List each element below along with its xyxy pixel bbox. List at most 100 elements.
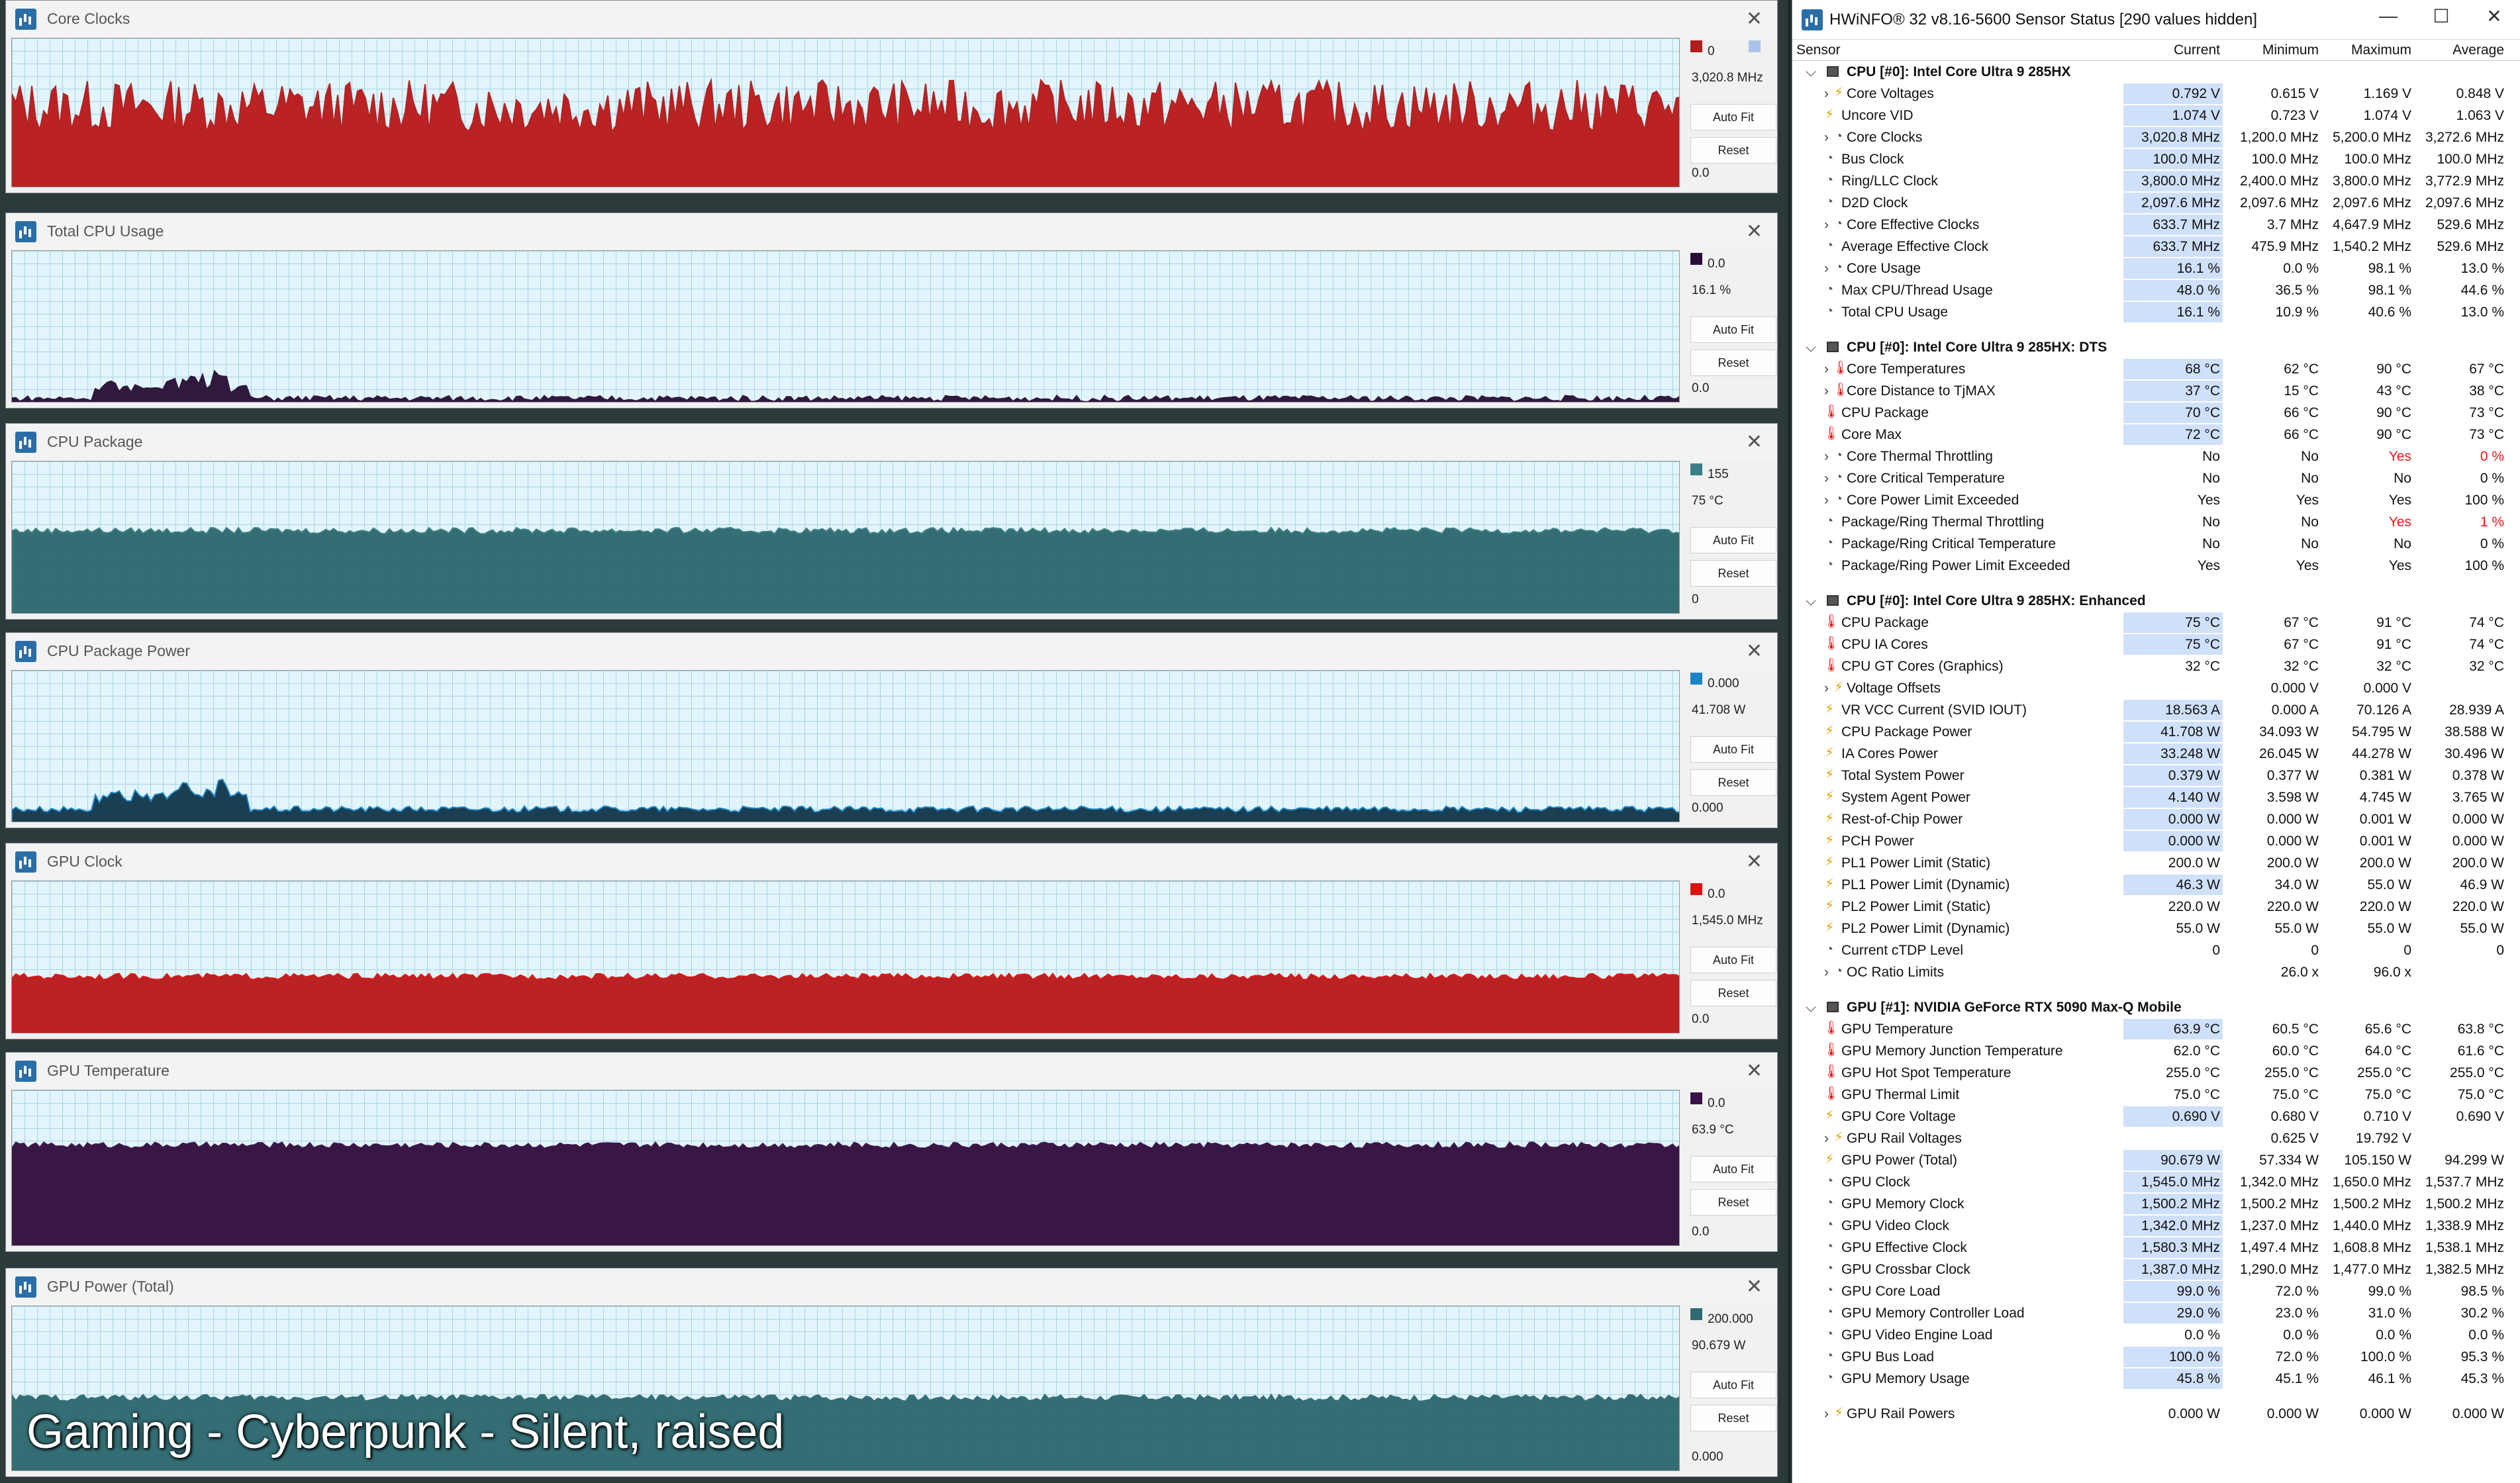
hwinfo-titlebar[interactable]: HWiNFO® 32 v8.16-5600 Sensor Status [290…: [1792, 0, 2520, 40]
chevron-right-icon[interactable]: ›: [1824, 130, 1829, 146]
sensor-row[interactable]: › 🌡 Core Temperatures 68 °C 62 °C 90 °C …: [1792, 358, 2520, 380]
sensor-row[interactable]: › ◔ Core Usage 16.1 % 0.0 % 98.1 % 13.0 …: [1792, 258, 2520, 279]
sensor-row[interactable]: ◔ GPU Video Engine Load 0.0 % 0.0 % 0.0 …: [1792, 1324, 2520, 1346]
sensor-row[interactable]: 🌡 CPU Package 75 °C 67 °C 91 °C 74 °C: [1792, 612, 2520, 634]
sensor-row[interactable]: 🌡 Core Max 72 °C 66 °C 90 °C 73 °C: [1792, 424, 2520, 446]
reset-button[interactable]: Reset: [1690, 769, 1776, 796]
sensor-row[interactable]: ⚡ Rest-of-Chip Power 0.000 W 0.000 W 0.0…: [1792, 808, 2520, 830]
sensor-row[interactable]: ◔ Current cTDP Level 0 0 0 0: [1792, 939, 2520, 961]
reset-button[interactable]: Reset: [1690, 560, 1776, 587]
chevron-right-icon[interactable]: ›: [1824, 217, 1829, 233]
auto-fit-button[interactable]: Auto Fit: [1690, 1371, 1776, 1398]
auto-fit-button[interactable]: Auto Fit: [1690, 527, 1776, 554]
chevron-right-icon[interactable]: ›: [1824, 681, 1829, 696]
chevron-right-icon[interactable]: ›: [1824, 1131, 1829, 1147]
sensor-row[interactable]: ◔ GPU Bus Load 100.0 % 72.0 % 100.0 % 95…: [1792, 1346, 2520, 1368]
chevron-right-icon[interactable]: ›: [1824, 86, 1829, 102]
color-swatch[interactable]: [1690, 252, 1702, 265]
sensor-row[interactable]: ⚡ VR VCC Current (SVID IOUT) 18.563 A 0.…: [1792, 699, 2520, 721]
close-button[interactable]: ✕: [2474, 5, 2514, 27]
chevron-right-icon[interactable]: ›: [1824, 383, 1829, 399]
sensor-row[interactable]: ◔ GPU Crossbar Clock 1,387.0 MHz 1,290.0…: [1792, 1259, 2520, 1280]
auto-fit-button[interactable]: Auto Fit: [1690, 947, 1776, 974]
color-swatch[interactable]: [1690, 40, 1702, 52]
maximize-button[interactable]: ☐: [2421, 5, 2461, 27]
chevron-right-icon[interactable]: ›: [1824, 493, 1829, 508]
reset-button[interactable]: Reset: [1690, 137, 1776, 164]
graph-window-4[interactable]: CPU Package Power ✕ 0.000 41.708 W Auto …: [5, 632, 1778, 829]
minimize-button[interactable]: —: [2368, 5, 2408, 26]
auto-fit-button[interactable]: Auto Fit: [1690, 1156, 1776, 1183]
close-icon[interactable]: ✕: [1746, 1275, 1763, 1298]
sensor-row[interactable]: 🌡 GPU Thermal Limit 75.0 °C 75.0 °C 75.0…: [1792, 1084, 2520, 1106]
col-current[interactable]: Current: [2123, 42, 2223, 58]
color-swatch[interactable]: [1690, 1308, 1702, 1320]
sensor-row[interactable]: › ◔ OC Ratio Limits 26.0 x 96.0 x: [1792, 961, 2520, 983]
close-icon[interactable]: ✕: [1746, 850, 1763, 873]
sensor-list[interactable]: ⌵ CPU [#0]: Intel Core Ultra 9 285HX › ⚡ …: [1792, 61, 2520, 1425]
close-icon[interactable]: ✕: [1746, 7, 1763, 30]
graph-titlebar[interactable]: GPU Clock ✕: [6, 843, 1777, 881]
col-minimum[interactable]: Minimum: [2226, 42, 2319, 58]
close-icon[interactable]: ✕: [1746, 1059, 1763, 1082]
graph-window-2[interactable]: Total CPU Usage ✕ 0.0 16.1 % Auto Fit Re…: [5, 212, 1778, 409]
chevron-right-icon[interactable]: ›: [1824, 471, 1829, 487]
sensor-row[interactable]: › ⚡ GPU Rail Voltages 0.625 V 19.792 V: [1792, 1127, 2520, 1149]
auto-fit-button[interactable]: Auto Fit: [1690, 736, 1776, 763]
sensor-row[interactable]: 🌡 GPU Hot Spot Temperature 255.0 °C 255.…: [1792, 1062, 2520, 1084]
graph-window-1[interactable]: Core Clocks ✕ 0 3,020.8 MHz Auto Fit Res…: [5, 0, 1778, 193]
col-average[interactable]: Average: [2411, 42, 2504, 58]
chevron-down-icon[interactable]: ⌵: [1806, 64, 1816, 80]
graph-window-3[interactable]: CPU Package ✕ 155 75 °C Auto Fit Reset 0: [5, 423, 1778, 620]
sensor-row[interactable]: ⚡ PL1 Power Limit (Static) 200.0 W 200.0…: [1792, 852, 2520, 874]
sensor-row[interactable]: ◔ Average Effective Clock 633.7 MHz 475.…: [1792, 236, 2520, 258]
auto-fit-button[interactable]: Auto Fit: [1690, 104, 1776, 130]
sensor-row[interactable]: ◔ GPU Effective Clock 1,580.3 MHz 1,497.…: [1792, 1237, 2520, 1259]
sensor-row[interactable]: ◔ Bus Clock 100.0 MHz 100.0 MHz 100.0 MH…: [1792, 148, 2520, 170]
sensor-group[interactable]: ⌵ CPU [#0]: Intel Core Ultra 9 285HX: [1792, 61, 2520, 83]
col-sensor[interactable]: Sensor: [1796, 42, 1841, 58]
sensor-row[interactable]: ◔ Package/Ring Thermal Throttling No No …: [1792, 511, 2520, 533]
graph-titlebar[interactable]: GPU Power (Total) ✕: [6, 1268, 1777, 1306]
sensor-row[interactable]: ◔ GPU Clock 1,545.0 MHz 1,342.0 MHz 1,65…: [1792, 1171, 2520, 1193]
sensor-row[interactable]: ⚡ PL2 Power Limit (Dynamic) 55.0 W 55.0 …: [1792, 918, 2520, 939]
color-swatch[interactable]: [1690, 672, 1702, 685]
graph-titlebar[interactable]: CPU Package ✕: [6, 424, 1777, 461]
sensor-group[interactable]: ⌵ CPU [#0]: Intel Core Ultra 9 285HX: DT…: [1792, 336, 2520, 358]
color-swatch[interactable]: [1690, 883, 1702, 896]
sensor-group[interactable]: ⌵ GPU [#1]: NVIDIA GeForce RTX 5090 Max-…: [1792, 996, 2520, 1018]
sensor-row[interactable]: ◔ Max CPU/Thread Usage 48.0 % 36.5 % 98.…: [1792, 279, 2520, 301]
sensor-row[interactable]: › ◔ Core Clocks 3,020.8 MHz 1,200.0 MHz …: [1792, 126, 2520, 148]
graph-titlebar[interactable]: Core Clocks ✕: [6, 1, 1777, 38]
graph-titlebar[interactable]: GPU Temperature ✕: [6, 1053, 1777, 1090]
sensor-row[interactable]: ◔ Package/Ring Critical Temperature No N…: [1792, 533, 2520, 555]
sensor-row[interactable]: 🌡 GPU Temperature 63.9 °C 60.5 °C 65.6 °…: [1792, 1018, 2520, 1040]
col-maximum[interactable]: Maximum: [2319, 42, 2411, 58]
sensor-row[interactable]: ◔ D2D Clock 2,097.6 MHz 2,097.6 MHz 2,09…: [1792, 192, 2520, 214]
sensor-row[interactable]: 🌡 CPU IA Cores 75 °C 67 °C 91 °C 74 °C: [1792, 634, 2520, 655]
graph-titlebar[interactable]: CPU Package Power ✕: [6, 632, 1777, 670]
reset-button[interactable]: Reset: [1690, 1404, 1776, 1431]
color-swatch[interactable]: [1690, 1092, 1702, 1105]
graph-window-5[interactable]: GPU Clock ✕ 0.0 1,545.0 MHz Auto Fit Res…: [5, 843, 1778, 1039]
chevron-down-icon[interactable]: ⌵: [1806, 340, 1816, 356]
chevron-right-icon[interactable]: ›: [1824, 1406, 1829, 1422]
close-icon[interactable]: ✕: [1746, 220, 1763, 243]
sensor-row[interactable]: ⚡ PL2 Power Limit (Static) 220.0 W 220.0…: [1792, 896, 2520, 918]
reset-button[interactable]: Reset: [1690, 1189, 1776, 1216]
reset-button[interactable]: Reset: [1690, 349, 1776, 376]
color-swatch[interactable]: [1690, 463, 1702, 476]
sensor-row[interactable]: › ⚡ Voltage Offsets 0.000 V 0.000 V: [1792, 677, 2520, 699]
reset-button[interactable]: Reset: [1690, 980, 1776, 1007]
sensor-row[interactable]: ⚡ PCH Power 0.000 W 0.000 W 0.001 W 0.00…: [1792, 830, 2520, 852]
graph-window-6[interactable]: GPU Temperature ✕ 0.0 63.9 °C Auto Fit R…: [5, 1052, 1778, 1252]
close-icon[interactable]: ✕: [1746, 430, 1763, 454]
sensor-group[interactable]: ⌵ CPU [#0]: Intel Core Ultra 9 285HX: En…: [1792, 590, 2520, 612]
sensor-row[interactable]: ◔ Package/Ring Power Limit Exceeded Yes …: [1792, 555, 2520, 577]
sensor-row[interactable]: 🌡 CPU Package 70 °C 66 °C 90 °C 73 °C: [1792, 402, 2520, 424]
chevron-down-icon[interactable]: ⌵: [1806, 1000, 1816, 1016]
sensor-row[interactable]: ◔ Ring/LLC Clock 3,800.0 MHz 2,400.0 MHz…: [1792, 170, 2520, 192]
chevron-right-icon[interactable]: ›: [1824, 965, 1829, 981]
sensor-row[interactable]: ◔ Total CPU Usage 16.1 % 10.9 % 40.6 % 1…: [1792, 301, 2520, 323]
sensor-row[interactable]: ⚡ GPU Power (Total) 90.679 W 57.334 W 10…: [1792, 1149, 2520, 1171]
